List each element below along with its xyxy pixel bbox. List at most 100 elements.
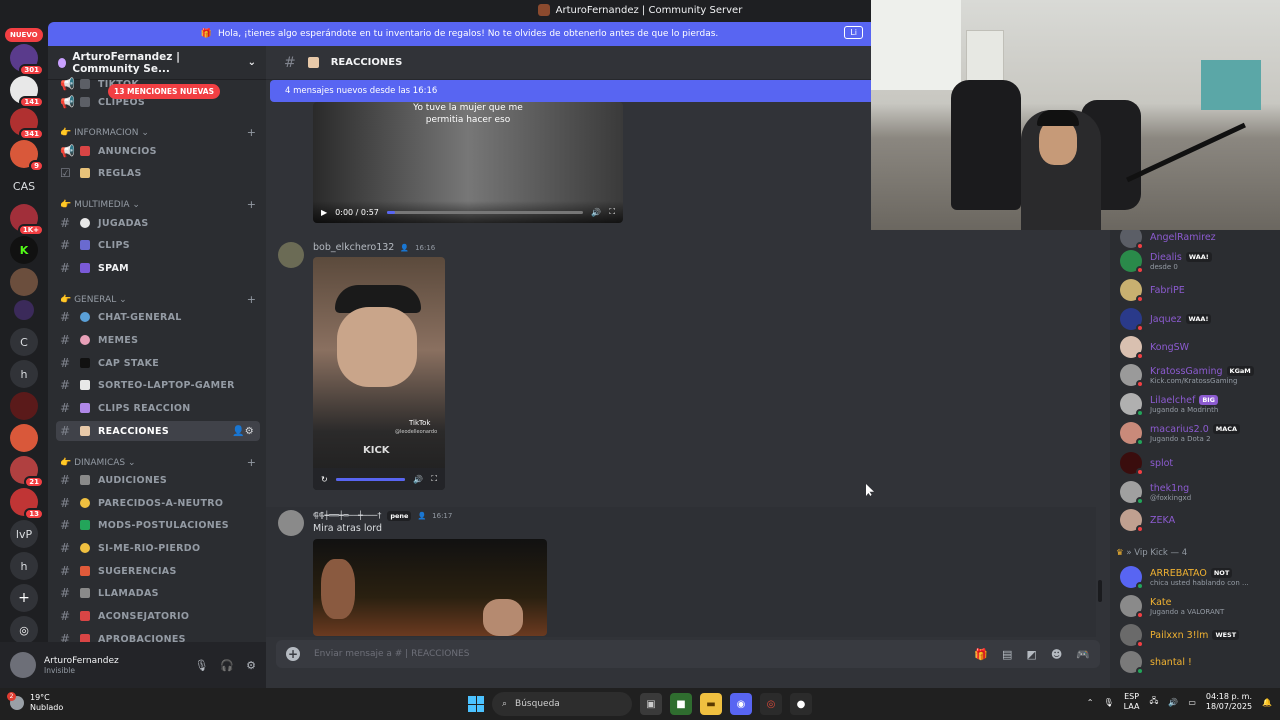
channel-clips[interactable]: # CLIPS [56, 235, 260, 255]
channel-spam[interactable]: # SPAM [56, 258, 260, 278]
scrollbar[interactable] [1098, 580, 1102, 602]
file-explorer-icon[interactable]: ▬ [700, 693, 722, 715]
member-item[interactable]: KongSW [1120, 336, 1280, 360]
add-channel-icon[interactable]: + [247, 456, 256, 469]
video-player[interactable] [313, 539, 547, 636]
avatar[interactable] [278, 242, 304, 268]
add-channel-icon[interactable]: + [247, 198, 256, 211]
gamepad-icon[interactable]: 🎮 [1076, 648, 1090, 661]
kick-server-icon[interactable]: K [10, 236, 38, 264]
sticker-icon[interactable]: ◩ [1026, 648, 1036, 661]
nuevo-badge[interactable]: NUEVO [5, 28, 43, 42]
clock[interactable]: 04:18 p. m. 18/07/2025 [1206, 692, 1252, 712]
gif-icon[interactable]: ▤ [1002, 648, 1012, 661]
channel-aconsejatorio[interactable]: # ACONSEJATORIO [56, 606, 260, 626]
channel-chat-general[interactable]: # CHAT-GENERAL [56, 307, 260, 327]
channel-aprobaciones[interactable]: # APROBACIONES [56, 629, 260, 642]
composer-placeholder[interactable]: Enviar mensaje a # | REACCIONES [314, 649, 469, 659]
discord-icon[interactable]: ◉ [730, 693, 752, 715]
server-icon-4[interactable]: 9 [10, 140, 44, 172]
server-icon-14[interactable]: 21 [10, 456, 44, 488]
server-icon-13[interactable] [10, 424, 38, 452]
microphone-icon[interactable]: 🎙 [194, 659, 208, 672]
channel-llamadas[interactable]: # LLAMADAS [56, 583, 260, 603]
channel-sorteo-laptop-gamer[interactable]: # SORTEO-LAPTOP-GAMER [56, 375, 260, 395]
server-icon-cas[interactable]: CAS [10, 172, 38, 200]
microphone-icon[interactable]: 🎙 [1104, 698, 1114, 707]
message-author[interactable]: ⸿⸿┿══┿═──┿───† [313, 510, 381, 521]
category-general[interactable]: 👉 GENERAL ⌄ + [60, 293, 256, 306]
server-icon-12[interactable] [10, 392, 38, 420]
headphones-icon[interactable]: 🎧 [220, 659, 234, 672]
member-item[interactable]: macarius2.0 MACA Jugando a Dota 2 [1120, 422, 1280, 446]
channel-si-me-rio-pierdo[interactable]: # SI-ME-RIO-PIERDO [56, 538, 260, 558]
replay-icon[interactable]: ↻ [321, 475, 328, 484]
obs-icon[interactable]: ● [790, 693, 812, 715]
channel-parecidos[interactable]: # PARECIDOS-A-NEUTRO [56, 493, 260, 513]
server-icon-3[interactable]: 341 [10, 108, 44, 140]
battery-icon[interactable]: ▭ [1188, 698, 1196, 707]
discover-icon[interactable]: ◎ [10, 616, 38, 644]
channel-settings-icon[interactable]: 👤⚙ [232, 426, 254, 437]
notification-bell-icon[interactable]: 🔔 [1262, 698, 1272, 707]
member-item[interactable]: ZEKA [1120, 509, 1280, 533]
chrome-icon[interactable]: ◎ [760, 693, 782, 715]
server-icon-lvp[interactable]: lvP [10, 520, 38, 548]
channel-reacciones[interactable]: # REACCIONES 👤⚙ [56, 421, 260, 441]
taskbar-search[interactable]: ⌕ Búsqueda [492, 692, 632, 716]
channel-jugadas[interactable]: # JUGADAS [56, 213, 260, 233]
category-multimedia[interactable]: 👉 MULTIMEDIA ⌄ + [60, 198, 256, 211]
fullscreen-icon[interactable]: ⛶ [431, 474, 437, 484]
volume-icon[interactable]: 🔊 [591, 208, 601, 217]
chevron-up-icon[interactable]: ⌃ [1087, 698, 1094, 707]
category-informacion[interactable]: 👉 INFORMACION ⌄ + [60, 126, 256, 139]
member-item[interactable]: Pailxxn 3!lm WEST [1120, 624, 1280, 648]
member-item[interactable]: splot [1120, 452, 1280, 476]
server-icon-1[interactable]: 301 [10, 44, 44, 76]
server-icon-9[interactable] [14, 300, 34, 320]
server-icon-h2[interactable]: h [10, 552, 38, 580]
channel-clips-reaccion[interactable]: # CLIPS REACCION [56, 398, 260, 418]
member-item[interactable]: FabriPE [1120, 279, 1280, 303]
video-seekbar[interactable] [386, 210, 584, 214]
channel-reglas[interactable]: ☑ REGLAS [56, 163, 260, 183]
channel-anuncios[interactable]: 📢 ANUNCIOS [56, 141, 260, 161]
member-item[interactable]: Diealis WAA! desde 0 [1120, 250, 1280, 274]
channel-cap-stake[interactable]: # CAP STAKE [56, 353, 260, 373]
video-player[interactable]: TikTok @leodelleonardo KICK ↻ 🔊 ⛶ [313, 257, 445, 490]
channel-audiciones[interactable]: # AUDICIONES [56, 470, 260, 490]
video-player[interactable]: Yo tuve la mujer que me permitia hacer e… [313, 102, 623, 223]
member-item[interactable]: shantal ! [1120, 651, 1280, 675]
member-item[interactable]: Jaquez WAA! [1120, 308, 1280, 332]
new-messages-bar[interactable]: 4 mensajes nuevos desde las 16:16 [270, 80, 874, 102]
server-icon-h[interactable]: h [10, 360, 38, 388]
fullscreen-icon[interactable]: ⛶ [609, 207, 615, 217]
server-icon-2[interactable]: 141 [10, 76, 44, 108]
volume-icon[interactable]: 🔊 [1168, 698, 1178, 707]
play-icon[interactable]: ▶ [321, 208, 327, 217]
channel-memes[interactable]: # MEMES [56, 330, 260, 350]
add-channel-icon[interactable]: + [247, 126, 256, 139]
gear-icon[interactable]: ⚙ [246, 659, 256, 672]
announcement-button[interactable]: Li [844, 26, 863, 39]
message-author[interactable]: bob_elkchero132 [313, 242, 394, 253]
server-icon-15[interactable]: 13 [10, 488, 44, 520]
add-server-button[interactable]: + [10, 584, 38, 612]
volume-icon[interactable]: 🔊 [413, 475, 423, 484]
new-mentions-pill[interactable]: 13 MENCIONES NUEVAS [108, 84, 220, 99]
task-view-icon[interactable]: ▣ [640, 693, 662, 715]
member-item[interactable]: thek1ng @foxkingxd [1120, 481, 1280, 505]
message-composer[interactable]: + Enviar mensaje a # | REACCIONES 🎁 ▤ ◩ … [276, 640, 1100, 668]
network-icon[interactable]: 🖧 [1149, 695, 1158, 709]
server-icon-c[interactable]: C [10, 328, 38, 356]
member-item[interactable]: Lilaelchef BIG Jugando a Modrinth [1120, 393, 1280, 417]
language-indicator[interactable]: ESP LAA [1124, 692, 1140, 712]
weather-widget[interactable]: 2 19°C Nublado [7, 692, 63, 713]
minecraft-icon[interactable]: ■ [670, 693, 692, 715]
member-item[interactable]: ARREBATAO NOT chica usted hablando con ... [1120, 566, 1280, 590]
avatar[interactable] [278, 510, 304, 536]
category-dinamicas[interactable]: 👉 DINAMICAS ⌄ + [60, 456, 256, 469]
upload-plus-icon[interactable]: + [286, 647, 300, 661]
server-icon-8[interactable] [10, 268, 38, 296]
windows-start-icon[interactable] [468, 696, 484, 712]
